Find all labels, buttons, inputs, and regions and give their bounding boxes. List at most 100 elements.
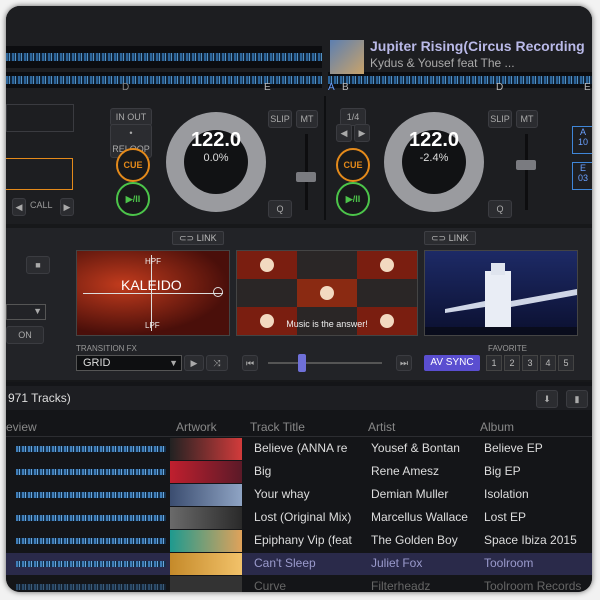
track-title: Your whay xyxy=(254,487,310,501)
header-album[interactable]: Album xyxy=(480,420,514,434)
cue-marker: A xyxy=(328,82,335,93)
loop-halve-button[interactable]: ◀ xyxy=(336,124,352,142)
deck-right-jog-wheel[interactable]: 122.0 -2.4% xyxy=(384,112,484,212)
table-row[interactable]: Your whay Demian Muller Isolation xyxy=(6,484,592,506)
video-preview-panel: Music is the answer! xyxy=(236,250,418,336)
fx-select[interactable]: ▼ xyxy=(6,304,46,320)
transition-fx-label: TRANSITION FX xyxy=(76,344,137,353)
crossfade-left-button[interactable]: ⏮ xyxy=(242,355,258,371)
video-fx-area: ■ ▼ ON ⊂⊃ LINK ⊂⊃ LINK HPF LPF KALEIDO M… xyxy=(6,228,592,380)
link-right-button[interactable]: ⊂⊃ LINK xyxy=(424,231,476,245)
preview-waveform[interactable] xyxy=(16,584,166,590)
header-preview[interactable]: eview xyxy=(6,420,37,434)
deck-right-tempo-slider[interactable] xyxy=(525,134,528,210)
deck-left-play-button[interactable]: ▶/II xyxy=(116,182,150,216)
fx-left-button[interactable]: ■ xyxy=(26,256,50,274)
fx-xy-handle[interactable] xyxy=(213,287,223,297)
preview-waveform[interactable] xyxy=(16,469,166,475)
table-row[interactable]: Curve Filterheadz Toolroom Records xyxy=(6,576,592,592)
call-prev-button[interactable]: ◀ xyxy=(12,198,26,216)
hpf-label: HPF xyxy=(145,257,161,266)
deck-left-slip-button[interactable]: SLIP xyxy=(268,110,292,128)
panel-toggle-icon[interactable]: ▮ xyxy=(566,390,588,408)
chevron-down-icon: ▼ xyxy=(169,358,178,368)
table-row[interactable]: Lost (Original Mix) Marcellus Wallace Lo… xyxy=(6,507,592,529)
kaleido-fx-panel[interactable]: HPF LPF KALEIDO xyxy=(76,250,230,336)
deck-right-tempo-knob[interactable] xyxy=(516,160,536,170)
track-artwork xyxy=(170,530,242,552)
preview-waveform[interactable] xyxy=(16,538,166,544)
favorite-1-button[interactable]: 1 xyxy=(486,355,502,371)
header-artwork[interactable]: Artwork xyxy=(176,420,217,434)
transition-select[interactable]: GRID ▼ xyxy=(76,355,182,371)
track-title: Believe (ANNA re xyxy=(254,441,348,455)
deck-left-master-tempo-button[interactable]: MT xyxy=(296,110,318,128)
table-row[interactable]: Big Rene Amesz Big EP xyxy=(6,461,592,483)
deck-right-master-tempo-button[interactable]: MT xyxy=(516,110,538,128)
header-track-title[interactable]: Track Title xyxy=(250,420,305,434)
deck-left-bpm: 122.0 xyxy=(190,129,242,151)
deck-left-quantize-button[interactable]: Q xyxy=(268,200,292,218)
shuffle-icon[interactable]: ⤨ xyxy=(206,355,228,371)
hot-cue-a[interactable]: A 10 xyxy=(572,126,592,154)
preview-waveform[interactable] xyxy=(16,492,166,498)
deck-left-overview-waveform[interactable] xyxy=(6,46,322,68)
deck-left-pitch: 0.0% xyxy=(203,152,229,164)
cue-marker: E xyxy=(584,82,591,93)
video-source-panel[interactable] xyxy=(424,250,578,336)
deck-right-cue-button[interactable]: CUE xyxy=(336,148,370,182)
deck-left-zoom-waveform[interactable] xyxy=(6,72,322,88)
crossfader-track[interactable] xyxy=(268,362,382,364)
preview-waveform[interactable] xyxy=(16,515,166,521)
track-count: 971 Tracks) xyxy=(8,391,71,405)
fx-on-button[interactable]: ON xyxy=(6,326,44,344)
deck-area: Jupiter Rising(Circus Recording Kydus & … xyxy=(6,6,592,224)
hot-cue-e-number: 03 xyxy=(577,173,588,183)
cue-marker: B xyxy=(342,82,349,93)
loop-double-button[interactable]: ▶ xyxy=(354,124,370,142)
call-next-button[interactable]: ▶ xyxy=(60,198,74,216)
deck-right-zoom-waveform[interactable] xyxy=(328,72,592,88)
deck-divider xyxy=(324,96,326,220)
preview-waveform[interactable] xyxy=(16,561,166,567)
favorite-4-button[interactable]: 4 xyxy=(540,355,556,371)
cue-marker: D xyxy=(496,82,504,93)
video-caption: Music is the answer! xyxy=(286,319,368,329)
track-title: Curve xyxy=(254,579,287,592)
table-row-selected[interactable]: Can't Sleep Juliet Fox Toolroom xyxy=(6,553,592,575)
deck-right-bpm: 122.0 xyxy=(408,129,460,151)
tower-bridge-image xyxy=(425,263,577,335)
favorite-2-button[interactable]: 2 xyxy=(504,355,520,371)
header-divider xyxy=(6,436,592,437)
preview-waveform[interactable] xyxy=(16,446,166,452)
transition-play-button[interactable]: ▶ xyxy=(184,355,204,371)
cue-marker: E xyxy=(264,82,271,93)
av-sync-button[interactable]: AV SYNC xyxy=(424,355,480,371)
deck-right-slip-button[interactable]: SLIP xyxy=(488,110,512,128)
track-album: Toolroom xyxy=(484,556,534,570)
crossfader-knob[interactable] xyxy=(298,354,306,372)
library-header-bar: 971 Tracks) ⬇ ▮ xyxy=(6,386,592,410)
track-title: Lost (Original Mix) xyxy=(254,510,352,524)
favorite-5-button[interactable]: 5 xyxy=(558,355,574,371)
download-icon[interactable]: ⬇ xyxy=(536,390,558,408)
header-artist[interactable]: Artist xyxy=(368,420,395,434)
deck-left-hotcue-box[interactable] xyxy=(6,158,73,190)
call-label: CALL xyxy=(30,200,53,210)
table-row[interactable]: Epiphany Vip (feat The Golden Boy Space … xyxy=(6,530,592,552)
deck-left-jog-wheel[interactable]: 122.0 0.0% xyxy=(166,112,266,212)
crossfade-right-button[interactable]: ⏭ xyxy=(396,355,412,371)
deck-left-cue-button[interactable]: CUE xyxy=(116,148,150,182)
table-row[interactable]: Believe (ANNA re Yousef & Bontan Believe… xyxy=(6,438,592,460)
deck-left-tempo-knob[interactable] xyxy=(296,172,316,182)
favorite-3-button[interactable]: 3 xyxy=(522,355,538,371)
deck-right-pitch: -2.4% xyxy=(419,152,449,164)
deck-right-quantize-button[interactable]: Q xyxy=(488,200,512,218)
track-artwork xyxy=(170,484,242,506)
deck-right-play-button[interactable]: ▶/II xyxy=(336,182,370,216)
track-album: Space Ibiza 2015 xyxy=(484,533,577,547)
track-title: Epiphany Vip (feat xyxy=(254,533,352,547)
track-artist: Filterheadz xyxy=(371,579,431,592)
hot-cue-e[interactable]: E 03 xyxy=(572,162,592,190)
link-left-button[interactable]: ⊂⊃ LINK xyxy=(172,231,224,245)
